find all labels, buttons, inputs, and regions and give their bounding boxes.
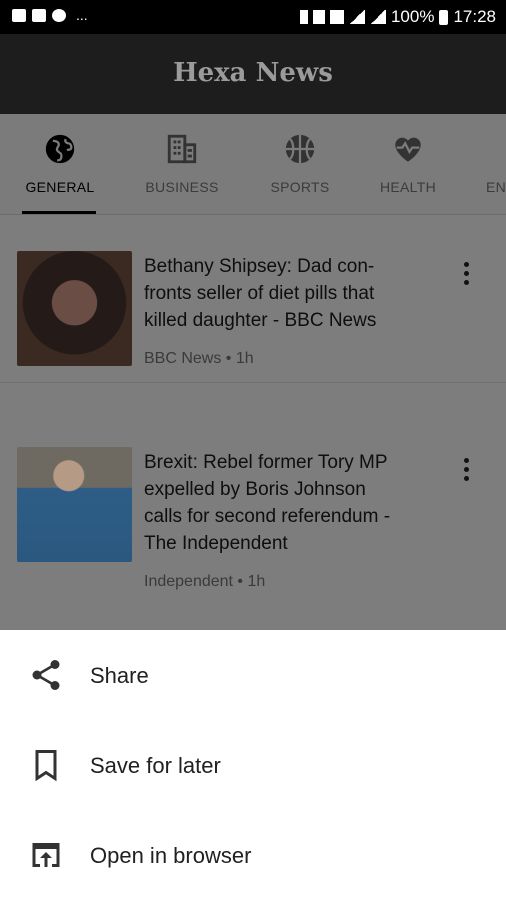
globe-icon bbox=[45, 134, 75, 164]
battery-percent: 100% bbox=[390, 7, 435, 26]
share-icon bbox=[32, 660, 60, 690]
tab-business[interactable]: BUSINESS bbox=[122, 114, 242, 214]
basketball-icon bbox=[285, 134, 315, 164]
article-thumbnail bbox=[17, 447, 132, 562]
more-notifications: ... bbox=[76, 7, 88, 23]
tab-label: SPORTS bbox=[270, 179, 330, 195]
news-feed: Bethany Shipsey: Dad con- fronts seller … bbox=[0, 215, 506, 630]
wifi-icon bbox=[348, 10, 365, 24]
system-status: 100% 17:28 bbox=[299, 7, 496, 27]
tab-label: BUSINESS bbox=[145, 179, 219, 195]
more-options-icon[interactable] bbox=[455, 259, 477, 289]
tab-label: HEALTH bbox=[380, 179, 436, 195]
open-in-browser-icon bbox=[32, 843, 60, 867]
image-notification-icon bbox=[32, 8, 46, 22]
app-title: Hexa News bbox=[173, 58, 333, 88]
notification-icons: ... bbox=[12, 8, 88, 22]
tab-label: EN bbox=[486, 179, 506, 195]
gallery-notification-icon bbox=[12, 8, 26, 22]
share-button[interactable]: Share bbox=[0, 630, 506, 720]
active-tab-indicator bbox=[22, 211, 96, 214]
building-icon bbox=[167, 134, 197, 164]
heart-pulse-icon bbox=[395, 137, 421, 162]
bluetooth-icon bbox=[299, 10, 308, 24]
app-bar: Hexa News bbox=[0, 34, 506, 114]
save-for-later-button[interactable]: Save for later bbox=[0, 720, 506, 810]
battery-icon bbox=[439, 9, 449, 25]
article-title: Bethany Shipsey: Dad con- fronts seller … bbox=[144, 256, 377, 331]
article-meta: Independent • 1h bbox=[144, 573, 266, 590]
tab-sports[interactable]: SPORTS bbox=[240, 114, 360, 214]
article-title: Brexit: Rebel former Tory MP expelled by… bbox=[144, 452, 391, 554]
tab-label: GENERAL bbox=[25, 179, 95, 195]
clock: 17:28 bbox=[453, 7, 496, 26]
save-for-later-label: Save for later bbox=[90, 753, 221, 778]
tab-health[interactable]: HEALTH bbox=[348, 114, 468, 214]
tab-general[interactable]: GENERAL bbox=[0, 114, 120, 214]
share-label: Share bbox=[90, 663, 149, 688]
divider bbox=[0, 382, 506, 383]
article-thumbnail bbox=[17, 251, 132, 366]
open-in-browser-label: Open in browser bbox=[90, 843, 252, 868]
mute-icon bbox=[312, 10, 325, 24]
status-bar: ... 100% 17:28 bbox=[0, 0, 506, 34]
bookmark-icon bbox=[35, 750, 57, 782]
volte-icon bbox=[329, 10, 344, 24]
category-tabs: GENERAL BUSINESS SPORTS HEALTH EN bbox=[0, 114, 506, 215]
more-options-icon[interactable] bbox=[455, 455, 477, 485]
chat-notification-icon bbox=[52, 8, 66, 22]
tab-entertainment[interactable]: EN bbox=[454, 114, 506, 214]
bottom-sheet: Share Save for later Open in browser bbox=[0, 630, 506, 900]
signal-icon bbox=[369, 10, 386, 24]
article-meta: BBC News • 1h bbox=[144, 350, 254, 367]
open-in-browser-button[interactable]: Open in browser bbox=[0, 810, 506, 900]
